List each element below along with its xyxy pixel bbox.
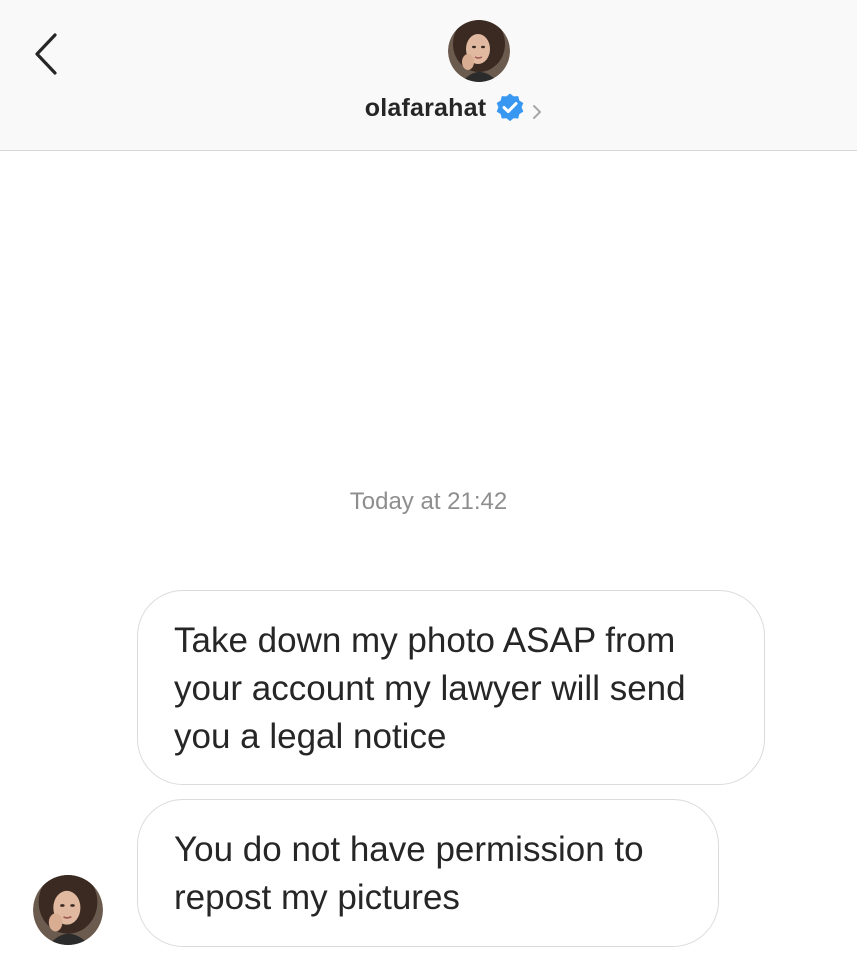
verified-badge-icon [494,92,526,124]
message-text-line: repost my pictures [174,878,460,917]
message-text-line: you a legal notice [174,717,447,756]
message-text-line: You do not have permission to [174,830,644,869]
header-avatar[interactable] [448,20,510,82]
thread-header: olafarahat [0,0,857,151]
sender-avatar[interactable] [33,875,103,945]
message-text-line: Take down my photo ASAP from [174,621,676,660]
back-button[interactable] [24,28,68,80]
profile-photo [448,20,510,82]
profile-photo [33,875,103,945]
chevron-left-icon [35,33,57,75]
message-bubble[interactable]: You do not have permission to repost my … [137,799,719,947]
username: olafarahat [364,93,487,122]
direct-message-thread: olafarahat Today at 21:42 Take down my p… [0,0,857,980]
message-text-line: your account my lawyer will send [174,669,686,708]
message-timestamp: Today at 21:42 [349,488,508,515]
message-bubble[interactable]: Take down my photo ASAP from your accoun… [137,590,765,785]
profile-title-link[interactable]: olafarahat [0,86,857,130]
chevron-right-icon [530,102,544,122]
